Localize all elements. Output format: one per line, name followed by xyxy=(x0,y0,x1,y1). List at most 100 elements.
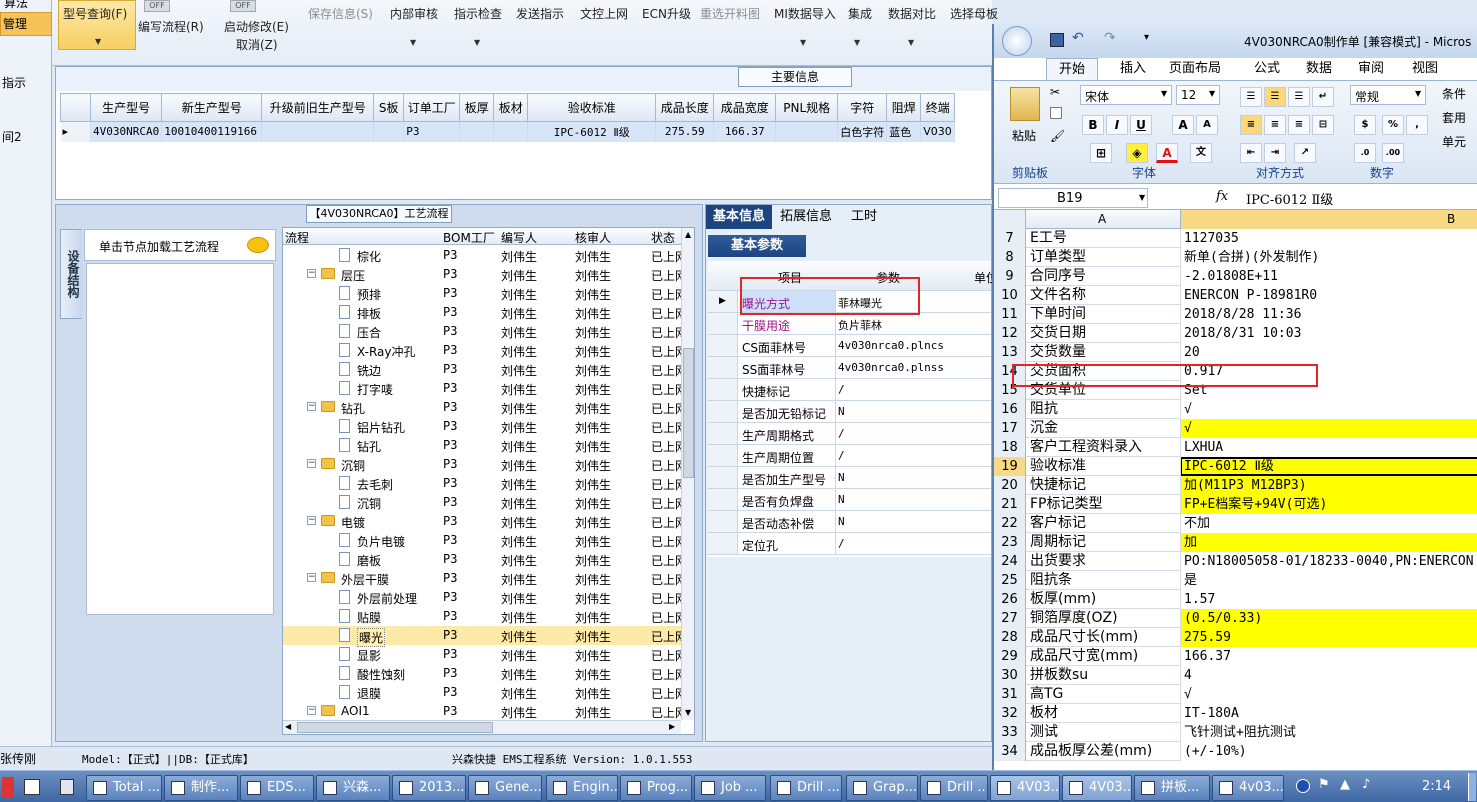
taskbar-button[interactable]: Drill ... xyxy=(770,775,842,801)
sheet-row[interactable]: 21 FP标记类型 FP+E档案号+94V(可选) xyxy=(994,495,1477,514)
cell-a[interactable]: 交货数量 xyxy=(1030,343,1086,362)
column-header[interactable]: 新生产型号 xyxy=(161,93,263,122)
row-number[interactable]: 31 xyxy=(994,685,1026,704)
column-header[interactable]: 阻焊 xyxy=(886,93,922,122)
doc-upload-button[interactable]: 文控上网 xyxy=(580,5,628,22)
row-number[interactable]: 25 xyxy=(994,571,1026,590)
cell-a[interactable]: 铜箔厚度(OZ) xyxy=(1030,609,1118,628)
param-row[interactable]: 是否加生产型号 N xyxy=(708,467,991,489)
copy-icon[interactable] xyxy=(1050,107,1062,119)
cell-a[interactable]: 出货要求 xyxy=(1030,552,1086,571)
column-header[interactable]: 订单工厂 xyxy=(403,93,461,122)
col-status[interactable]: 状态 xyxy=(651,229,675,246)
cell-b[interactable]: 0.917 xyxy=(1184,362,1223,381)
column-b-header[interactable]: B xyxy=(1180,210,1477,229)
cell-a[interactable]: 阻抗条 xyxy=(1030,571,1072,590)
table-cell[interactable] xyxy=(493,121,529,142)
ribbon-tab[interactable]: 插入 xyxy=(1108,58,1158,80)
sheet-row[interactable]: 19 验收标准 IPC-6012 Ⅱ级 xyxy=(994,457,1477,476)
taskbar-button[interactable]: 4v03... xyxy=(1212,775,1284,801)
row-selector[interactable] xyxy=(708,401,738,422)
nav-item-top[interactable]: 算法 xyxy=(4,0,56,11)
row-number[interactable]: 26 xyxy=(994,590,1026,609)
cell-b[interactable]: ENERCON P-18981R0 xyxy=(1184,286,1317,305)
sheet-row[interactable]: 30 拼板数su 4 xyxy=(994,666,1477,685)
taskbar-button[interactable]: Drill ... xyxy=(920,775,988,801)
collapse-toggle-icon[interactable]: − xyxy=(307,573,316,582)
cut-icon[interactable]: ✂ xyxy=(1050,85,1060,99)
indicator-check-button[interactable]: 指示检查 xyxy=(454,5,502,22)
tree-row[interactable]: 曝光P3刘伟生刘伟生已上网 xyxy=(283,626,681,647)
row-number[interactable]: 17 xyxy=(994,419,1026,438)
row-number[interactable]: 16 xyxy=(994,400,1026,419)
column-header[interactable]: 生产型号 xyxy=(89,93,163,122)
taskbar-button[interactable]: Gene... xyxy=(468,775,542,801)
write-flow-button[interactable]: 编写流程(R) xyxy=(138,18,204,35)
table-cell[interactable]: 蓝色 xyxy=(886,121,922,142)
column-header[interactable]: 验收标准 xyxy=(527,93,657,122)
grow-font-icon[interactable]: A xyxy=(1172,115,1194,135)
select-master-button[interactable]: 选择母板 xyxy=(950,5,998,22)
cell-b[interactable]: IPC-6012 Ⅱ级 xyxy=(1184,457,1274,476)
comma-icon[interactable]: , xyxy=(1406,115,1428,135)
phonetic-icon[interactable]: 文 xyxy=(1190,143,1212,163)
cell-b[interactable]: 4 xyxy=(1184,666,1192,685)
param-value[interactable]: N xyxy=(838,515,845,528)
row-number[interactable]: 14 xyxy=(994,362,1026,381)
sheet-row[interactable]: 10 文件名称 ENERCON P-18981R0 xyxy=(994,286,1477,305)
app-icon[interactable] xyxy=(24,779,40,795)
param-value[interactable]: / xyxy=(838,383,845,396)
row-number[interactable]: 15 xyxy=(994,381,1026,400)
cell-a[interactable]: 成品尺寸长(mm) xyxy=(1030,628,1138,647)
format-as-table-button[interactable]: 套用 xyxy=(1442,109,1466,126)
cell-a[interactable]: 快捷标记 xyxy=(1030,476,1086,495)
sheet-row[interactable]: 11 下单时间 2018/8/28 11:36 xyxy=(994,305,1477,324)
column-header[interactable]: 终端 xyxy=(920,93,956,122)
horizontal-scrollbar[interactable]: ◀ ▶ xyxy=(283,720,681,734)
cell-b[interactable]: 是 xyxy=(1184,571,1197,590)
cell-a[interactable]: 沉金 xyxy=(1030,419,1058,438)
paste-icon[interactable] xyxy=(1010,87,1040,121)
cell-b[interactable]: 加 xyxy=(1184,533,1197,552)
row-number[interactable]: 23 xyxy=(994,533,1026,552)
cell-b[interactable]: (+/-10%) xyxy=(1184,742,1247,761)
taskbar-button[interactable]: 拼板... xyxy=(1134,775,1210,801)
column-header[interactable]: 字符 xyxy=(837,93,888,122)
row-number[interactable]: 24 xyxy=(994,552,1026,571)
fill-color-icon[interactable]: ◈ xyxy=(1126,143,1148,163)
param-value[interactable]: 4v030nrca0.plncs xyxy=(838,339,944,352)
param-row[interactable]: 干膜用途 负片菲林 xyxy=(708,313,991,335)
cell-b[interactable]: √ xyxy=(1184,400,1192,419)
cell-b[interactable]: √ xyxy=(1184,419,1192,438)
row-number[interactable]: 12 xyxy=(994,324,1026,343)
tab-extended-info[interactable]: 拓展信息 xyxy=(774,205,838,229)
sheet-row[interactable]: 7 E工号 1127035 xyxy=(994,229,1477,248)
side-tab-equipment[interactable]: 设备结构 xyxy=(60,229,82,319)
sheet-row[interactable]: 13 交货数量 20 xyxy=(994,343,1477,362)
sheet-row[interactable]: 9 合同序号 -2.01808E+11 xyxy=(994,267,1477,286)
increase-decimal-icon[interactable]: .0 xyxy=(1354,143,1376,163)
sheet-row[interactable]: 23 周期标记 加 xyxy=(994,533,1477,552)
cell-a[interactable]: E工号 xyxy=(1030,229,1067,248)
tree-row[interactable]: − 层压 P3 刘伟生 刘伟生 已上网 xyxy=(283,265,681,284)
volume-icon[interactable]: ♪ xyxy=(1362,777,1370,792)
cell-a[interactable]: 高TG xyxy=(1030,685,1063,704)
toggle-switch[interactable]: OFF xyxy=(230,0,256,12)
clock[interactable]: 2:14 xyxy=(1422,779,1451,794)
cell-a[interactable]: 拼板数su xyxy=(1030,666,1088,685)
row-number[interactable]: 8 xyxy=(994,248,1026,267)
cell-b[interactable]: 新单(合拼)(外发制作) xyxy=(1184,248,1319,267)
start-button-icon[interactable] xyxy=(2,777,14,797)
param-value[interactable]: 4v030nrca0.plnss xyxy=(838,361,944,374)
wrap-text-icon[interactable]: ↵ xyxy=(1312,87,1334,107)
param-value[interactable]: / xyxy=(838,449,845,462)
row-number[interactable]: 33 xyxy=(994,723,1026,742)
currency-icon[interactable]: $ xyxy=(1354,115,1376,135)
row-selector[interactable] xyxy=(708,357,738,378)
column-header[interactable]: 板材 xyxy=(493,93,529,122)
table-cell[interactable]: P3 xyxy=(403,121,461,142)
row-selector[interactable] xyxy=(708,511,738,532)
taskbar-button[interactable]: Total ... xyxy=(86,775,162,801)
sheet-row[interactable]: 18 客户工程资料录入 LXHUA xyxy=(994,438,1477,457)
row-number[interactable]: 28 xyxy=(994,628,1026,647)
